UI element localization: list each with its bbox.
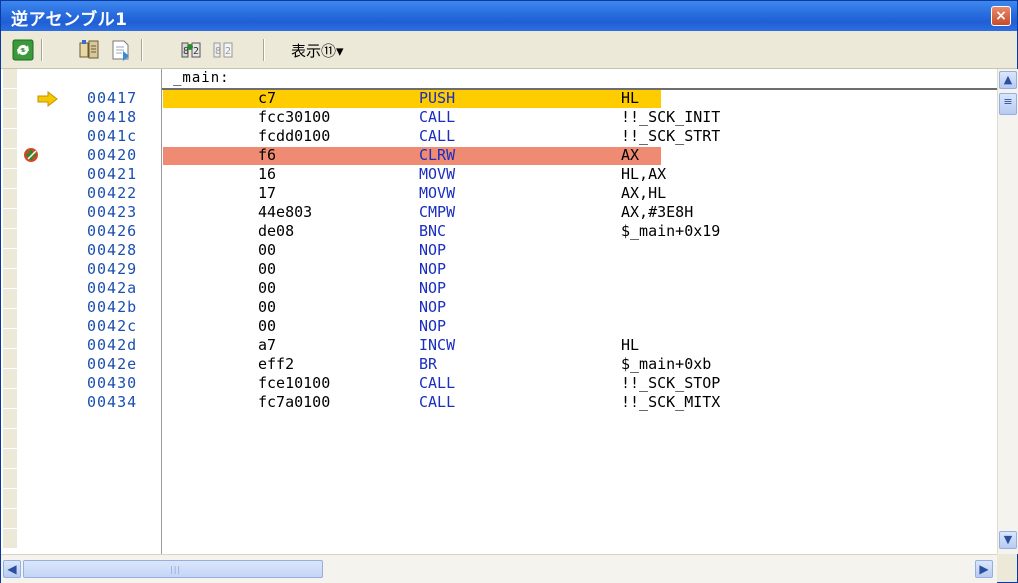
horizontal-scroll-thumb[interactable]: ||| [23, 560, 323, 578]
horizontal-scrollbar[interactable]: ◀ ||| ▶ [1, 554, 997, 583]
toolbar-separator [263, 39, 265, 61]
code-row[interactable]: 00428 00 NOP [1, 241, 997, 260]
symbol-icon[interactable]: 82 [179, 38, 203, 62]
code-row[interactable]: 00426 de08 BNC $_main+0x19 [1, 222, 997, 241]
toolbar: 82 82 表示⑪▾ [1, 32, 1017, 69]
svg-text:8: 8 [215, 46, 221, 57]
code-row[interactable]: 00434 fc7a0100 CALL !!_SCK_MITX [1, 393, 997, 412]
function-label-row: _main: [161, 69, 997, 90]
title-bar[interactable]: 逆アセンブル1 × [1, 1, 1017, 31]
disassemble-window: 逆アセンブル1 × 82 82 表示⑪▾ _main: 00417 c7 PUS… [0, 0, 1018, 583]
vertical-scroll-thumb[interactable]: ≡ [999, 93, 1017, 115]
code-row[interactable]: 00429 00 NOP [1, 260, 997, 279]
code-row[interactable]: 00422 17 MOVW AX,HL [1, 184, 997, 203]
scroll-right-button[interactable]: ▶ [975, 560, 993, 578]
symbol-disabled-icon[interactable]: 82 [211, 38, 235, 62]
window-title: 逆アセンブル1 [11, 10, 128, 30]
code-row[interactable]: 0042d a7 INCW HL [1, 336, 997, 355]
scroll-down-button[interactable]: ▼ [999, 531, 1017, 549]
code-row[interactable]: 00421 16 MOVW HL,AX [1, 165, 997, 184]
close-button[interactable]: × [991, 6, 1011, 26]
svg-text:2: 2 [225, 46, 231, 57]
toolbar-separator [41, 39, 43, 61]
code-row[interactable]: 0042a 00 NOP [1, 279, 997, 298]
scroll-left-button[interactable]: ◀ [3, 560, 21, 578]
code-row[interactable]: 0041c fcdd0100 CALL !!_SCK_STRT [1, 127, 997, 146]
code-row[interactable]: 00417 c7 PUSH HL [1, 89, 997, 108]
scrollbar-corner [997, 554, 1017, 582]
properties-icon[interactable] [77, 38, 101, 62]
code-row[interactable]: 00430 fce10100 CALL !!_SCK_STOP [1, 374, 997, 393]
save-icon[interactable] [109, 38, 133, 62]
code-row[interactable]: 0042b 00 NOP [1, 298, 997, 317]
svg-text:2: 2 [193, 46, 199, 57]
code-row[interactable]: 00418 fcc30100 CALL !!_SCK_INIT [1, 108, 997, 127]
view-menu-button[interactable]: 表示⑪▾ [291, 40, 344, 61]
vertical-scrollbar[interactable]: ▲ ≡ ▼ [997, 69, 1018, 554]
code-row[interactable]: 00423 44e803 CMPW AX,#3E8H [1, 203, 997, 222]
code-row[interactable]: 0042e eff2 BR $_main+0xb [1, 355, 997, 374]
scroll-up-button[interactable]: ▲ [999, 71, 1017, 89]
code-row[interactable]: 00420 f6 CLRW AX [1, 146, 997, 165]
code-row[interactable]: 0042c 00 NOP [1, 317, 997, 336]
toolbar-separator [141, 39, 143, 61]
function-label: _main: [173, 70, 230, 86]
disassembly-list[interactable]: _main: 00417 c7 PUSH HL 00418 fcc30100 CALL!!… [1, 69, 997, 554]
refresh-icon[interactable] [11, 38, 35, 62]
